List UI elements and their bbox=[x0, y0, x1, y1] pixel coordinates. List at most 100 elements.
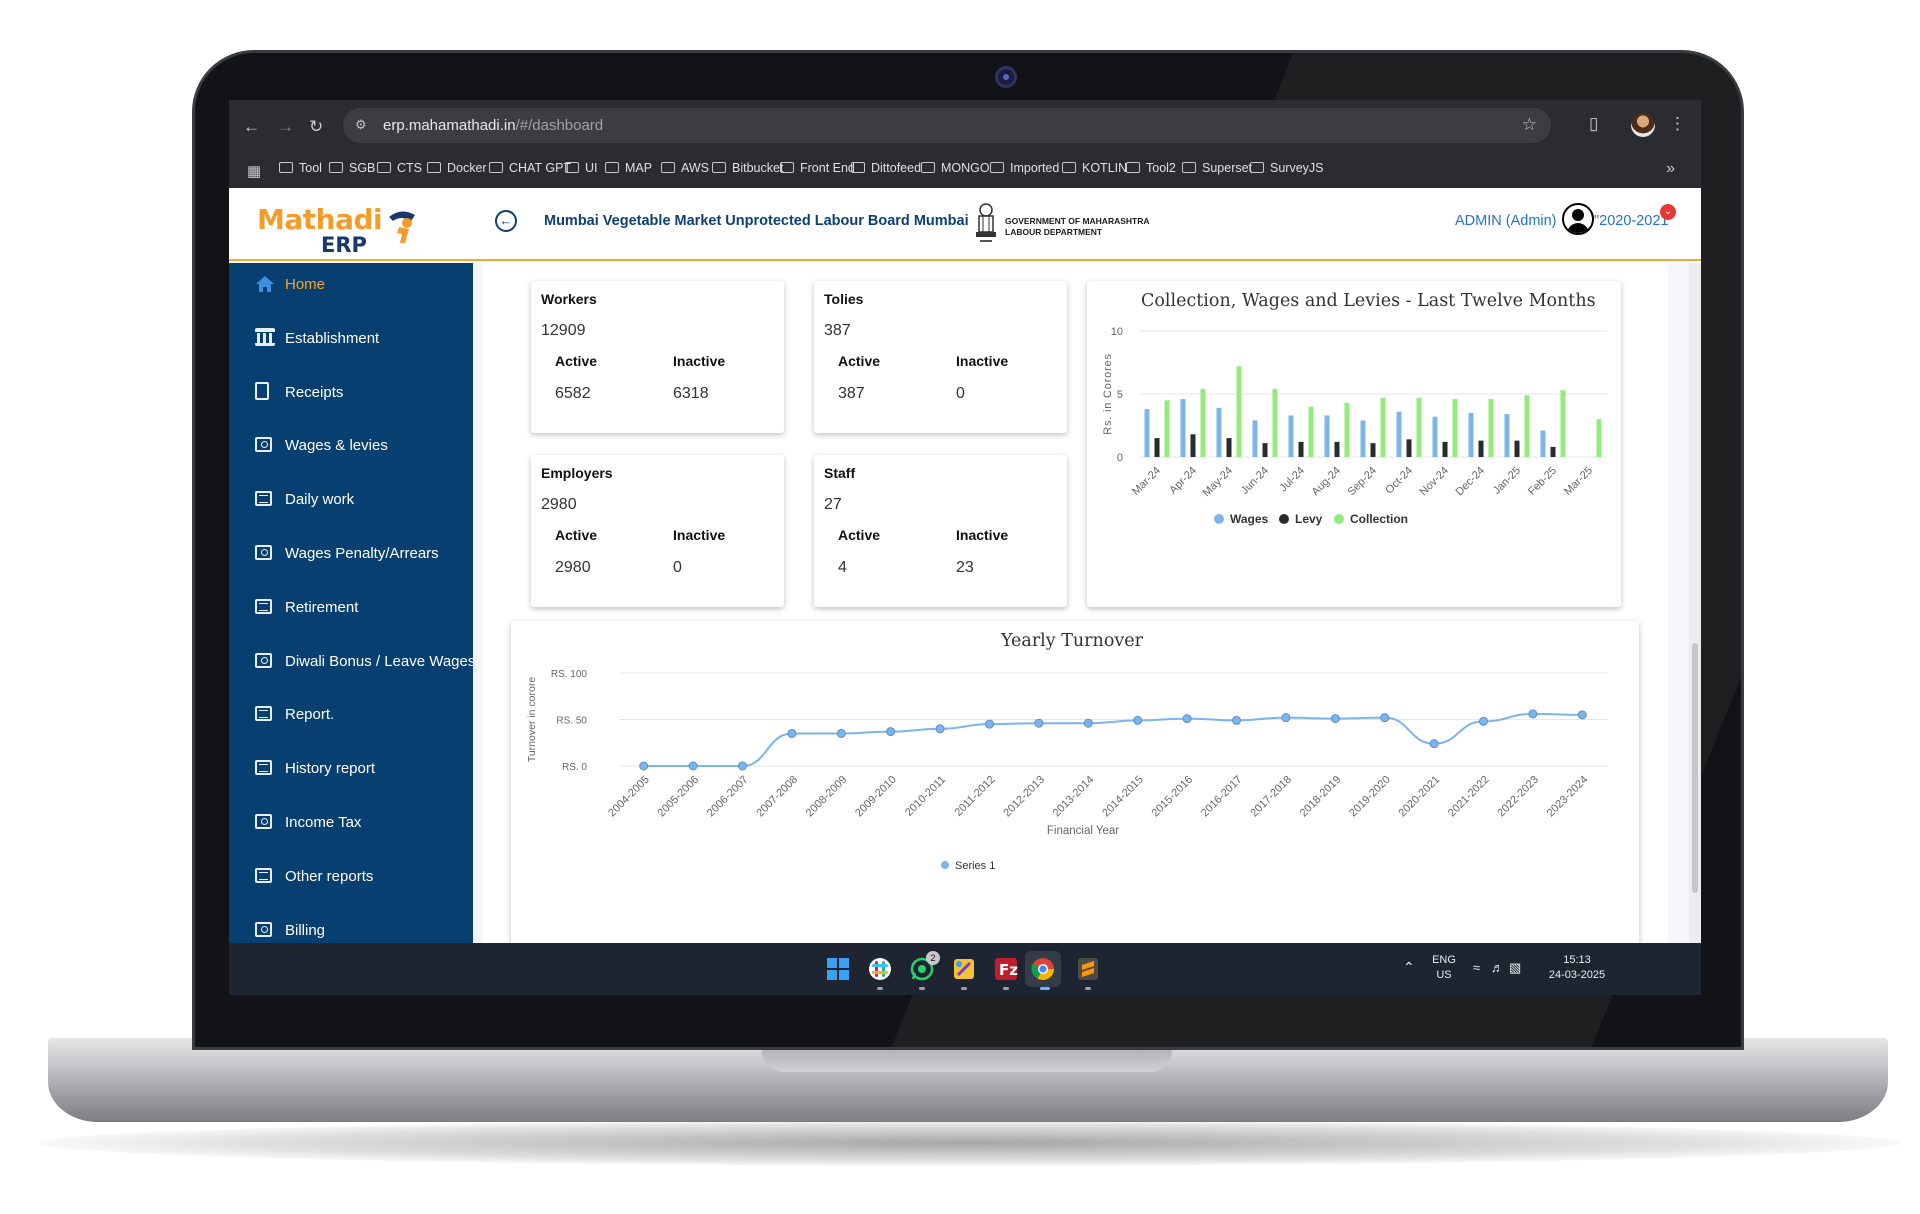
sidebar-item-wages-levies[interactable]: Wages & levies bbox=[229, 428, 473, 464]
bookmark-tool[interactable]: Tool bbox=[279, 161, 322, 175]
bar-wages[interactable] bbox=[1504, 414, 1510, 457]
bar-collection[interactable] bbox=[1416, 397, 1422, 457]
bar-collection[interactable] bbox=[1200, 388, 1206, 457]
bar-collection[interactable] bbox=[1308, 406, 1314, 457]
bar-levy[interactable] bbox=[1262, 443, 1268, 457]
bookmark-kotlin[interactable]: KOTLIN bbox=[1062, 161, 1127, 175]
data-point[interactable] bbox=[1083, 718, 1093, 728]
filezilla-icon[interactable]: Fz bbox=[993, 956, 1019, 982]
system-clock[interactable]: 15:13 24-03-2025 bbox=[1539, 953, 1615, 983]
bar-collection[interactable] bbox=[1452, 399, 1458, 457]
extensions-icon[interactable]: ▯ bbox=[1589, 114, 1598, 134]
bar-collection[interactable] bbox=[1164, 400, 1170, 457]
slack-icon[interactable] bbox=[867, 956, 893, 982]
legend-label[interactable]: Series 1 bbox=[955, 860, 995, 872]
data-point[interactable] bbox=[985, 719, 994, 729]
chrome-icon[interactable] bbox=[1030, 956, 1056, 982]
bookmark-superset[interactable]: Superset bbox=[1182, 161, 1252, 175]
sidebar-item-history-report[interactable]: History report bbox=[229, 751, 473, 787]
sidebar-item-report[interactable]: Report. bbox=[229, 697, 473, 733]
battery-icon[interactable]: ▧ bbox=[1509, 960, 1521, 975]
workers-card[interactable]: Workers 12909 Active Inactive 6582 6318 bbox=[531, 281, 784, 433]
bookmark-front-end[interactable]: Front End bbox=[780, 161, 855, 175]
bar-collection[interactable] bbox=[1488, 399, 1494, 457]
reload-icon[interactable]: ↻ bbox=[309, 117, 323, 137]
bar-levy[interactable] bbox=[1154, 438, 1160, 457]
bar-wages[interactable] bbox=[1288, 415, 1294, 457]
bar-collection[interactable] bbox=[1272, 388, 1278, 457]
employers-card[interactable]: Employers 2980 Active Inactive 2980 0 bbox=[531, 455, 784, 607]
paint-app-icon[interactable] bbox=[951, 956, 977, 982]
data-point[interactable] bbox=[1429, 739, 1439, 749]
bar-levy[interactable] bbox=[1514, 440, 1520, 457]
user-avatar-icon[interactable] bbox=[1562, 203, 1594, 235]
bar-wages[interactable] bbox=[1468, 412, 1474, 457]
data-point[interactable] bbox=[836, 728, 846, 738]
bookmark-docker[interactable]: Docker bbox=[427, 161, 487, 175]
url-text[interactable]: erp.mahamathadi.in/#/dashboard bbox=[383, 117, 603, 134]
windows-start-icon[interactable] bbox=[825, 956, 851, 982]
staff-card[interactable]: Staff 27 Active Inactive 4 23 bbox=[814, 455, 1067, 607]
sidebar-item-diwali-bonus-leave-wages[interactable]: Diwali Bonus / Leave Wages bbox=[229, 644, 473, 680]
bookmark-bitbucket[interactable]: Bitbucket bbox=[712, 161, 783, 175]
legend-label[interactable]: Levy bbox=[1295, 512, 1323, 526]
language-indicator[interactable]: ENG US bbox=[1427, 953, 1461, 983]
legend-label[interactable]: Collection bbox=[1350, 512, 1408, 526]
data-point[interactable] bbox=[688, 761, 698, 771]
financial-year-label[interactable]: "2020-2021 bbox=[1594, 213, 1669, 229]
data-point[interactable] bbox=[1330, 714, 1340, 724]
bookmark-chat-gpt[interactable]: CHAT GPT bbox=[489, 161, 571, 175]
bar-levy[interactable] bbox=[1298, 441, 1304, 457]
bookmark-star-icon[interactable]: ☆ bbox=[1522, 115, 1537, 135]
sidebar-item-wages-penalty-arrears[interactable]: Wages Penalty/Arrears bbox=[229, 536, 473, 572]
bar-levy[interactable] bbox=[1406, 439, 1412, 457]
data-point[interactable] bbox=[787, 728, 797, 738]
site-info-icon[interactable]: ⚙ bbox=[355, 117, 371, 133]
sidebar-item-other-reports[interactable]: Other reports bbox=[229, 859, 473, 895]
bookmark-surveyjs[interactable]: SurveyJS bbox=[1250, 161, 1324, 175]
legend-label[interactable]: Wages bbox=[1230, 512, 1269, 526]
bookmark-tool2[interactable]: Tool2 bbox=[1126, 161, 1176, 175]
data-point[interactable] bbox=[1232, 715, 1241, 725]
bar-levy[interactable] bbox=[1478, 440, 1484, 457]
bookmark-dittofeed[interactable]: Dittofeed bbox=[851, 161, 921, 175]
sidebar-item-retirement[interactable]: Retirement bbox=[229, 590, 473, 626]
show-hidden-icons-icon[interactable]: ⌃ bbox=[1403, 960, 1415, 975]
data-point[interactable] bbox=[886, 727, 896, 737]
bookmark-cts[interactable]: CTS bbox=[377, 161, 422, 175]
address-bar[interactable]: ⚙ erp.mahamathadi.in/#/dashboard ☆ bbox=[343, 108, 1551, 143]
bar-wages[interactable] bbox=[1432, 416, 1438, 457]
tolies-card[interactable]: Tolies 387 Active Inactive 387 0 bbox=[814, 281, 1067, 433]
more-bookmarks-icon[interactable]: » bbox=[1666, 160, 1675, 178]
wifi-icon[interactable]: ≈ bbox=[1473, 960, 1480, 975]
data-point[interactable] bbox=[1034, 718, 1044, 728]
bookmark-map[interactable]: MAP bbox=[605, 161, 652, 175]
bookmark-sgb[interactable]: SGB bbox=[329, 161, 375, 175]
sublime-text-icon[interactable] bbox=[1075, 956, 1101, 982]
data-point[interactable] bbox=[1528, 709, 1538, 719]
profile-avatar[interactable] bbox=[1631, 113, 1655, 137]
data-point[interactable] bbox=[1577, 710, 1587, 720]
sidebar-item-income-tax[interactable]: Income Tax bbox=[229, 805, 473, 841]
bar-wages[interactable] bbox=[1144, 409, 1150, 457]
year-dropdown-badge-icon[interactable]: ⌄ bbox=[1660, 204, 1676, 220]
bar-collection[interactable] bbox=[1524, 395, 1530, 457]
bar-levy[interactable] bbox=[1334, 441, 1340, 457]
bar-levy[interactable] bbox=[1226, 438, 1232, 457]
collapse-sidebar-icon[interactable]: ← bbox=[495, 210, 517, 232]
bar-levy[interactable] bbox=[1550, 446, 1556, 457]
bar-collection[interactable] bbox=[1344, 402, 1350, 457]
data-point[interactable] bbox=[1281, 713, 1291, 723]
data-point[interactable] bbox=[1182, 714, 1192, 724]
sidebar-item-receipts[interactable]: Receipts bbox=[229, 375, 473, 411]
content-scrollbar[interactable] bbox=[1689, 263, 1701, 943]
bar-levy[interactable] bbox=[1190, 434, 1196, 457]
bar-wages[interactable] bbox=[1324, 415, 1330, 457]
data-point[interactable] bbox=[738, 761, 747, 771]
bar-wages[interactable] bbox=[1216, 407, 1222, 457]
bar-wages[interactable] bbox=[1360, 420, 1366, 457]
sidebar-item-billing[interactable]: Billing bbox=[229, 913, 473, 943]
sidebar-item-establishment[interactable]: Establishment bbox=[229, 321, 473, 357]
forward-icon[interactable]: → bbox=[277, 117, 294, 137]
apps-grid-icon[interactable]: ▦ bbox=[247, 162, 261, 180]
